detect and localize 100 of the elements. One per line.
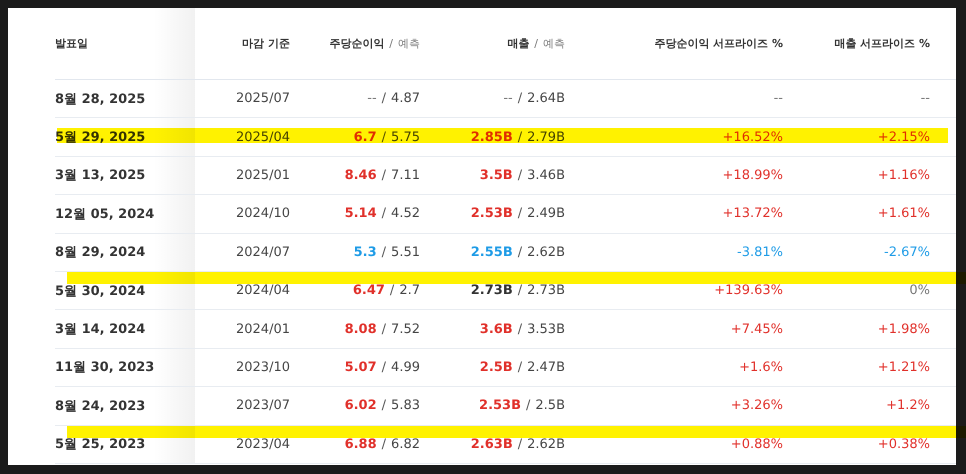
value-separator: / (518, 206, 522, 222)
eps-surprise-cell: -3.81% (737, 244, 783, 260)
column-header[interactable]: 마감 기준 (242, 36, 290, 51)
eps-forecast: 7.11 (391, 168, 420, 183)
date-cell-text: 8월 29, 2024 (55, 244, 146, 262)
eps-surprise-cell: +18.99% (722, 168, 783, 183)
value-separator: / (382, 244, 386, 260)
revenue-surprise-cell: -- (920, 91, 930, 106)
revenue-actual: 3.6B (480, 322, 513, 337)
revenue-forecast: 2.73B (527, 283, 565, 298)
eps-surprise-cell: +3.26% (730, 398, 783, 414)
eps-actual: 8.46 (344, 168, 377, 183)
date-cell-text: 8월 24, 2023 (55, 398, 146, 415)
eps-actual: 8.08 (344, 322, 377, 337)
revenue-surprise-cell: 0% (909, 283, 930, 298)
column-header[interactable]: 매출 서프라이즈 % (834, 36, 930, 51)
eps-actual: 5.3 (354, 244, 377, 260)
revenue-actual: 2.53B (470, 206, 513, 222)
revenue-surprise-cell: +1.98% (878, 322, 930, 337)
revenue-actual: 2.53B (479, 398, 522, 414)
column-header[interactable]: 주당순이익 (329, 36, 384, 51)
period-cell: 2023/10 (236, 360, 290, 375)
eps-surprise-cell: +0.88% (730, 436, 783, 452)
period-cell: 2024/01 (236, 322, 290, 337)
period-cell: 2024/04 (236, 283, 290, 298)
value-separator: / (382, 322, 386, 337)
value-separator: / (390, 283, 394, 298)
header-separator: / (389, 37, 393, 50)
header-separator: / (534, 37, 538, 50)
eps-forecast: 5.75 (391, 130, 420, 145)
value-separator: / (518, 244, 522, 260)
date-cell-text: 12월 05, 2024 (55, 206, 154, 223)
column-header[interactable]: 주당순이익 서프라이즈 % (654, 36, 783, 51)
revenue-actual: -- (503, 91, 513, 106)
revenue-actual: 3.5B (480, 168, 513, 183)
eps-forecast: 5.51 (391, 244, 420, 260)
value-separator: / (382, 360, 386, 375)
revenue-forecast: 2.62B (527, 244, 565, 260)
eps-actual: 6.47 (352, 283, 385, 298)
value-separator: / (518, 168, 522, 183)
column-subheader: 예측 (398, 36, 420, 51)
date-cell-text: 5월 30, 2024 (55, 282, 146, 300)
revenue-forecast: 2.47B (527, 360, 565, 375)
revenue-forecast: 2.62B (527, 436, 565, 452)
value-separator: / (382, 206, 386, 222)
revenue-forecast: 3.53B (527, 322, 565, 337)
revenue-actual: 2.55B (470, 244, 513, 260)
revenue-forecast: 2.5B (535, 398, 565, 414)
eps-surprise-cell: +139.63% (714, 283, 783, 298)
eps-actual: -- (367, 91, 377, 106)
period-cell: 2024/07 (236, 244, 290, 260)
revenue-forecast: 2.79B (527, 130, 565, 145)
period-cell: 2025/04 (236, 130, 290, 145)
eps-forecast: 4.52 (391, 206, 420, 222)
eps-actual: 5.07 (344, 360, 377, 375)
column-subheader: 예측 (543, 36, 565, 51)
eps-surprise-cell: -- (774, 91, 783, 106)
value-separator: / (382, 436, 386, 452)
revenue-actual: 2.73B (470, 283, 513, 298)
column-header[interactable]: 발표일 (55, 36, 88, 51)
period-cell: 2025/01 (236, 168, 290, 183)
eps-surprise-cell: +1.6% (739, 360, 783, 375)
date-cell-text: 11월 30, 2023 (55, 359, 154, 376)
value-separator: / (518, 130, 522, 145)
revenue-surprise-cell: +1.21% (878, 360, 930, 375)
date-cell-text: 3월 14, 2024 (55, 321, 146, 338)
eps-forecast: 6.82 (391, 436, 420, 452)
revenue-actual: 2.85B (470, 130, 513, 145)
value-separator: / (518, 436, 522, 452)
revenue-actual: 2.63B (470, 436, 513, 452)
revenue-forecast: 2.49B (527, 206, 565, 222)
value-separator: / (518, 360, 522, 375)
value-separator: / (382, 130, 386, 145)
revenue-surprise-cell: +0.38% (878, 436, 930, 452)
period-cell: 2023/04 (236, 436, 290, 452)
eps-surprise-cell: +13.72% (722, 206, 783, 222)
value-separator: / (382, 91, 386, 106)
revenue-actual: 2.5B (480, 360, 513, 375)
eps-actual: 6.88 (344, 436, 377, 452)
value-separator: / (382, 168, 386, 183)
date-cell-text: 3월 13, 2025 (55, 167, 146, 184)
revenue-surprise-cell: +1.2% (886, 398, 930, 414)
eps-actual: 6.7 (354, 130, 377, 145)
date-cell-text: 5월 25, 2023 (55, 436, 146, 454)
value-separator: / (518, 322, 522, 337)
column-header[interactable]: 매출 (507, 36, 530, 51)
value-separator: / (526, 398, 530, 414)
eps-surprise-cell: +16.52% (722, 130, 783, 145)
revenue-surprise-cell: +1.16% (878, 168, 930, 183)
period-cell: 2024/10 (236, 206, 290, 222)
revenue-forecast: 2.64B (527, 91, 565, 106)
value-separator: / (518, 91, 522, 106)
eps-forecast: 4.87 (391, 91, 420, 106)
eps-forecast: 4.99 (391, 360, 420, 375)
revenue-forecast: 3.46B (527, 168, 565, 183)
revenue-surprise-cell: +1.61% (878, 206, 930, 222)
date-cell-text: 8월 28, 2025 (55, 90, 146, 108)
eps-actual: 5.14 (344, 206, 377, 222)
eps-forecast: 2.7 (399, 283, 420, 298)
period-cell: 2023/07 (236, 398, 290, 414)
